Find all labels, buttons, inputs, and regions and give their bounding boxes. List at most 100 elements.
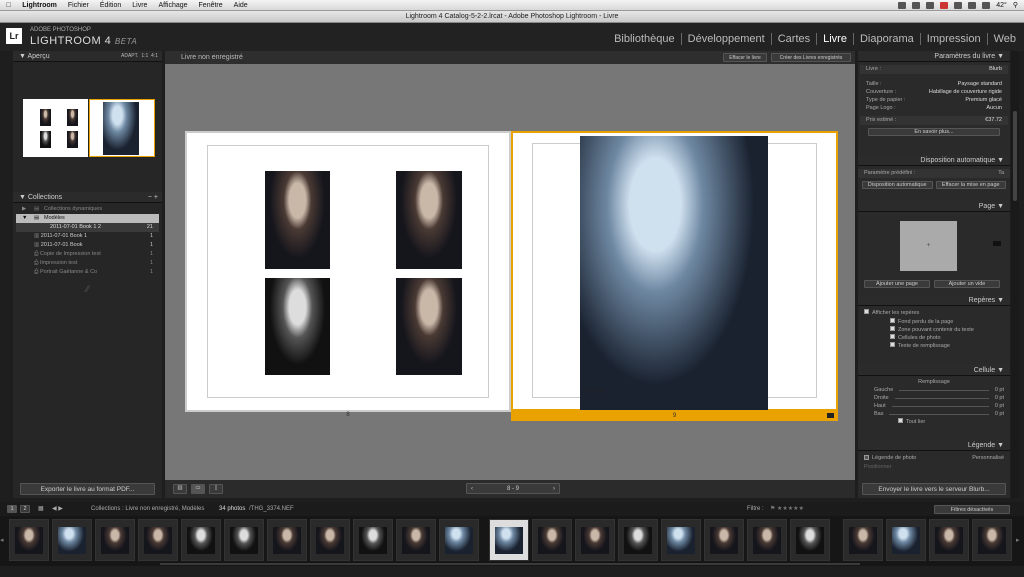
send-to-blurb-button[interactable]: Envoyer le livre vers le serveur Blurb..…: [862, 483, 1006, 495]
checkbox[interactable]: [890, 326, 895, 331]
slider-value[interactable]: 0 pt: [995, 386, 1004, 394]
photo-cell[interactable]: [265, 171, 330, 269]
status-icon[interactable]: [898, 1, 907, 9]
zoom-4-1[interactable]: 4:1: [151, 53, 158, 59]
filmstrip-thumb[interactable]: [310, 519, 350, 561]
module-bibliotheque[interactable]: Bibliothèque: [608, 33, 682, 45]
list-item[interactable]: ▥ 2011-07-01 Book 1: [16, 241, 159, 250]
caption-position-row[interactable]: Positionner: [858, 463, 1010, 472]
show-guides-checkbox[interactable]: Afficher les repères: [858, 309, 1010, 318]
slider-value[interactable]: 0 pt: [995, 394, 1004, 402]
list-item[interactable]: ⎙ Impression test 1: [16, 259, 159, 268]
caption-header[interactable]: Légende ▼: [858, 440, 1010, 451]
grid-icon[interactable]: ▦: [38, 502, 44, 516]
checkbox[interactable]: [890, 342, 895, 347]
page-template-preview[interactable]: +: [900, 221, 957, 271]
status-icon[interactable]: [912, 1, 921, 9]
window-2-button[interactable]: 2: [20, 505, 30, 513]
filmstrip-thumb[interactable]: [95, 519, 135, 561]
auto-layout-button[interactable]: Disposition automatique: [862, 181, 933, 189]
menu-aide[interactable]: Aide: [234, 2, 248, 9]
filmstrip-thumb[interactable]: [747, 519, 787, 561]
collections-header[interactable]: ▼ Collections − +: [13, 192, 162, 203]
filmstrip-thumb[interactable]: [267, 519, 307, 561]
scroll-thumb[interactable]: [1013, 111, 1017, 201]
filmstrip-thumb[interactable]: [224, 519, 264, 561]
filmstrip-thumb[interactable]: [532, 519, 572, 561]
prev-page-icon[interactable]: ‹: [471, 484, 473, 493]
filmstrip-thumb[interactable]: [52, 519, 92, 561]
multi-page-view-icon[interactable]: ▥: [173, 484, 187, 494]
book-page-right[interactable]: oto Title: [511, 131, 838, 411]
filmstrip-thumb[interactable]: [353, 519, 393, 561]
clear-layout-button[interactable]: Effacer la mise en page: [935, 181, 1006, 189]
logo-select[interactable]: Page Logo : Aucun: [860, 104, 1008, 112]
guide-checkbox[interactable]: Fond perdu de la page: [884, 318, 1010, 326]
filmstrip-thumb[interactable]: [704, 519, 744, 561]
caption-style-select[interactable]: Personnalisé: [972, 454, 1004, 463]
page-navigator[interactable]: ‹ 8 - 9 ›: [466, 483, 560, 494]
guide-checkbox[interactable]: Cellules de photo: [884, 334, 1010, 342]
filmstrip-thumb[interactable]: [9, 519, 49, 561]
slider-row[interactable]: Haut 0 pt: [858, 402, 1010, 410]
filmstrip-thumb[interactable]: [439, 519, 479, 561]
photo-cell[interactable]: [396, 278, 462, 375]
list-item[interactable]: ▶ ▤ Collections dynamiques: [16, 205, 159, 214]
checkbox[interactable]: [890, 318, 895, 323]
add-page-button[interactable]: Ajouter une page: [864, 280, 930, 288]
filmstrip-thumb[interactable]: [181, 519, 221, 561]
wifi-icon[interactable]: [968, 1, 977, 9]
battery-indicator[interactable]: 42°: [996, 2, 1007, 9]
module-cartes[interactable]: Cartes: [772, 33, 818, 45]
paper-select[interactable]: Type de papier : Premium glacé: [860, 96, 1008, 104]
padding-label[interactable]: Remplissage: [858, 378, 1010, 386]
page-menu-icon[interactable]: [827, 413, 834, 418]
slider-track[interactable]: [894, 398, 989, 399]
book-page-left[interactable]: [187, 133, 509, 410]
filmstrip-thumb[interactable]: [972, 519, 1012, 561]
slider-track[interactable]: [899, 390, 989, 391]
preset-select[interactable]: Paramètre prédéfini : Ta: [858, 169, 1010, 178]
guide-checkbox[interactable]: Zone pouvant contenir du texte: [884, 326, 1010, 334]
size-select[interactable]: Taille : Paysage standard: [860, 80, 1008, 88]
save-book-button[interactable]: Créer des Livres enregistrés: [771, 53, 851, 62]
module-developpement[interactable]: Développement: [682, 33, 772, 45]
photo-cell[interactable]: [396, 171, 462, 269]
menu-fenetre[interactable]: Fenêtre: [199, 2, 223, 9]
filmstrip-thumb[interactable]: [843, 519, 883, 561]
spread-view-icon[interactable]: ▭: [191, 484, 205, 494]
status-icon[interactable]: [954, 1, 963, 9]
module-impression[interactable]: Impression: [921, 33, 988, 45]
zoom-1-1[interactable]: 1:1: [141, 53, 148, 59]
filmstrip-thumb[interactable]: [661, 519, 701, 561]
next-page-icon[interactable]: ›: [553, 484, 555, 493]
volume-icon[interactable]: [982, 1, 991, 9]
module-diaporama[interactable]: Diaporama: [854, 33, 921, 45]
clear-book-button[interactable]: Effacer le livre: [723, 53, 767, 62]
single-page-view-icon[interactable]: ▯: [209, 484, 223, 494]
add-blank-button[interactable]: Ajouter un vide: [934, 280, 1000, 288]
cell-header[interactable]: Cellule ▼: [858, 365, 1010, 376]
filmstrip-scrollbar[interactable]: [160, 563, 860, 565]
filmstrip-thumb-selected[interactable]: [489, 519, 529, 561]
learn-more-button[interactable]: En savoir plus...: [868, 128, 1000, 136]
book-settings-header[interactable]: Paramètres du livre ▼: [858, 51, 1010, 62]
add-collection-icon[interactable]: − +: [148, 192, 158, 202]
photo-cell[interactable]: [265, 278, 330, 375]
slider-track[interactable]: [889, 414, 989, 415]
module-livre[interactable]: Livre: [817, 33, 854, 45]
filmstrip-thumb[interactable]: [790, 519, 830, 561]
menu-livre[interactable]: Livre: [132, 2, 147, 9]
status-icon[interactable]: [940, 1, 949, 9]
list-item[interactable]: ⎙ Portrait Gaëtanne & Co 1: [16, 268, 159, 277]
status-icon[interactable]: [926, 1, 935, 9]
filmstrip-right-arrow-icon[interactable]: ▸: [1016, 536, 1022, 544]
navigator-preview[interactable]: [23, 99, 155, 157]
menu-affichage[interactable]: Affichage: [158, 2, 187, 9]
list-item[interactable]: ⎙ Copie de Impression test 1: [16, 250, 159, 259]
checkbox[interactable]: [864, 455, 869, 461]
preview-header[interactable]: ▼ Aperçu ADAPT. 1:1 4:1: [13, 51, 162, 62]
back-icon[interactable]: ◀ ▶: [52, 502, 63, 516]
filmstrip-thumb[interactable]: [618, 519, 658, 561]
cover-select[interactable]: Couverture : Habillage de couverture rigi…: [860, 88, 1008, 96]
